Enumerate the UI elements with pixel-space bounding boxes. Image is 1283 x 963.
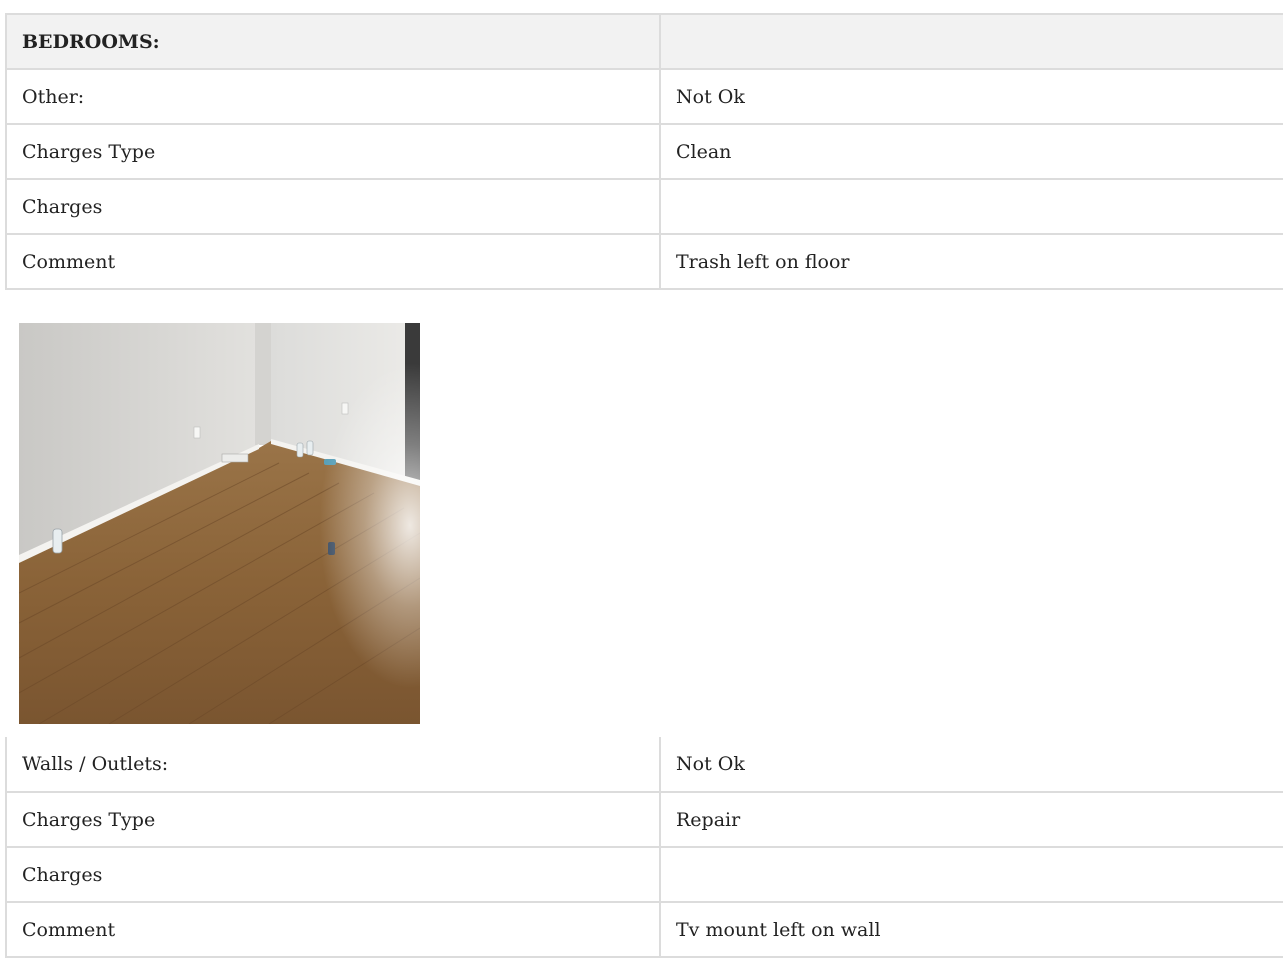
table-row: Other: Not Ok (5, 68, 1283, 125)
inspection-page: BEDROOMS: Other: Not Ok Charges Type Cle… (0, 0, 1283, 963)
row-label: Comment (5, 901, 661, 958)
row-value (659, 846, 1283, 903)
row-value: Tv mount left on wall (659, 901, 1283, 958)
bedrooms-table: BEDROOMS: Other: Not Ok Charges Type Cle… (5, 13, 1283, 290)
table-row: Comment Tv mount left on wall (5, 901, 1283, 958)
row-value: Clean (659, 123, 1283, 180)
row-label: Charges (5, 846, 661, 903)
table-row: Charges Type Clean (5, 123, 1283, 180)
table-row: Charges (5, 846, 1283, 903)
row-value (659, 178, 1283, 235)
table-row: Walls / Outlets: Not Ok (5, 737, 1283, 793)
table-row: Comment Trash left on floor (5, 233, 1283, 290)
table-row: Charges Type Repair (5, 791, 1283, 848)
row-value: Repair (659, 791, 1283, 848)
row-value: Trash left on floor (659, 233, 1283, 290)
row-label: Charges (5, 178, 661, 235)
row-label: Comment (5, 233, 661, 290)
table-header-row: BEDROOMS: (5, 13, 1283, 70)
row-label: Charges Type (5, 123, 661, 180)
row-label: Charges Type (5, 791, 661, 848)
section-header-value (659, 13, 1283, 70)
room-photo[interactable] (19, 323, 420, 724)
row-value: Not Ok (659, 737, 1283, 793)
section-title: BEDROOMS: (5, 13, 661, 70)
row-label: Walls / Outlets: (5, 737, 661, 793)
table-row: Charges (5, 178, 1283, 235)
room-photo-icon (19, 323, 420, 724)
row-value: Not Ok (659, 68, 1283, 125)
walls-outlets-table: Walls / Outlets: Not Ok Charges Type Rep… (5, 737, 1283, 958)
row-label: Other: (5, 68, 661, 125)
